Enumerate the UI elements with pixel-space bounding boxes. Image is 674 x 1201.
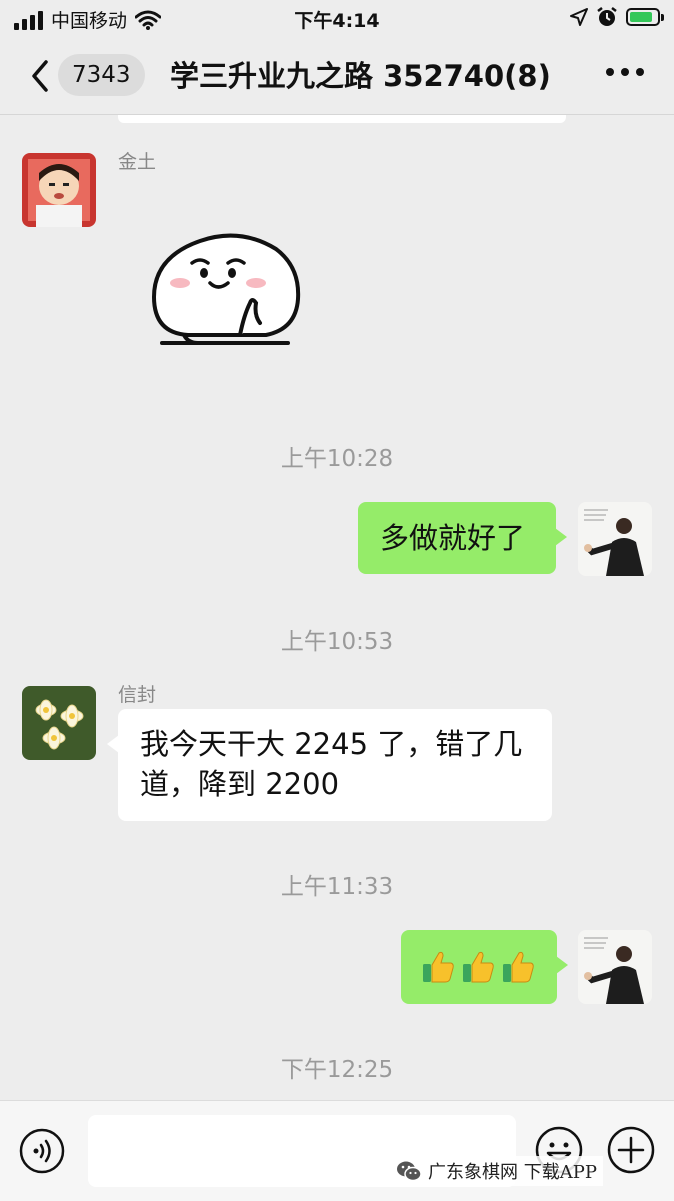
watermark-text: 广东象棋网 下载APP [428,1162,597,1183]
thumbs-up-icon [423,951,454,983]
sender-name: 信封 [118,684,157,706]
wechat-icon [397,1161,422,1182]
voice-icon[interactable] [18,1127,66,1175]
plus-circle-icon[interactable] [606,1125,656,1175]
unread-count-badge[interactable]: 7343 [58,54,145,96]
timestamp: 上午10:53 [280,629,394,655]
status-bar: 中国移动 下午4:14 [0,0,674,38]
battery-level-fill [630,12,653,22]
thumbs-up-icon [463,951,494,983]
more-dots-icon[interactable] [606,68,644,76]
alarm-icon [597,7,617,26]
chevron-left-icon[interactable] [22,54,62,98]
chat-header: 7343 学三升业九之路 352740(8) [0,38,674,115]
message-text: 多做就好了 [380,521,526,555]
location-arrow-icon [570,8,588,26]
martial-artist-avatar[interactable] [578,930,652,1004]
chat-title: 学三升业九之路 352740(8) [170,59,551,93]
battery-icon [626,8,664,26]
shy-blob-sticker[interactable] [148,223,308,353]
thumbs-up-icon [503,951,534,983]
message-text-line: 我今天干大 2245 了，错了几 [140,727,523,761]
timestamp: 上午10:28 [280,446,394,472]
message-list[interactable]: 金土 上午10:28 多做就好了 上午10:53 信封 我今天干大 2245 了… [0,115,674,1100]
watermark: 广东象棋网 下载APP [390,1156,603,1186]
partial-message-bubble [118,115,566,123]
flower-avatar[interactable] [22,686,96,760]
emoji-row [421,945,537,989]
timestamp: 下午12:25 [280,1057,394,1083]
cartoon-boy-avatar[interactable] [22,153,96,227]
timestamp: 上午11:33 [280,874,394,900]
martial-artist-avatar[interactable] [578,502,652,576]
message-text-line: 道，降到 2200 [140,767,340,801]
status-right [570,6,664,28]
sender-name: 金土 [118,151,157,173]
incoming-message-bubble[interactable]: 我今天干大 2245 了，错了几 道，降到 2200 [107,709,552,821]
outgoing-message-bubble[interactable] [401,930,568,1004]
outgoing-message-bubble[interactable]: 多做就好了 [358,502,567,574]
